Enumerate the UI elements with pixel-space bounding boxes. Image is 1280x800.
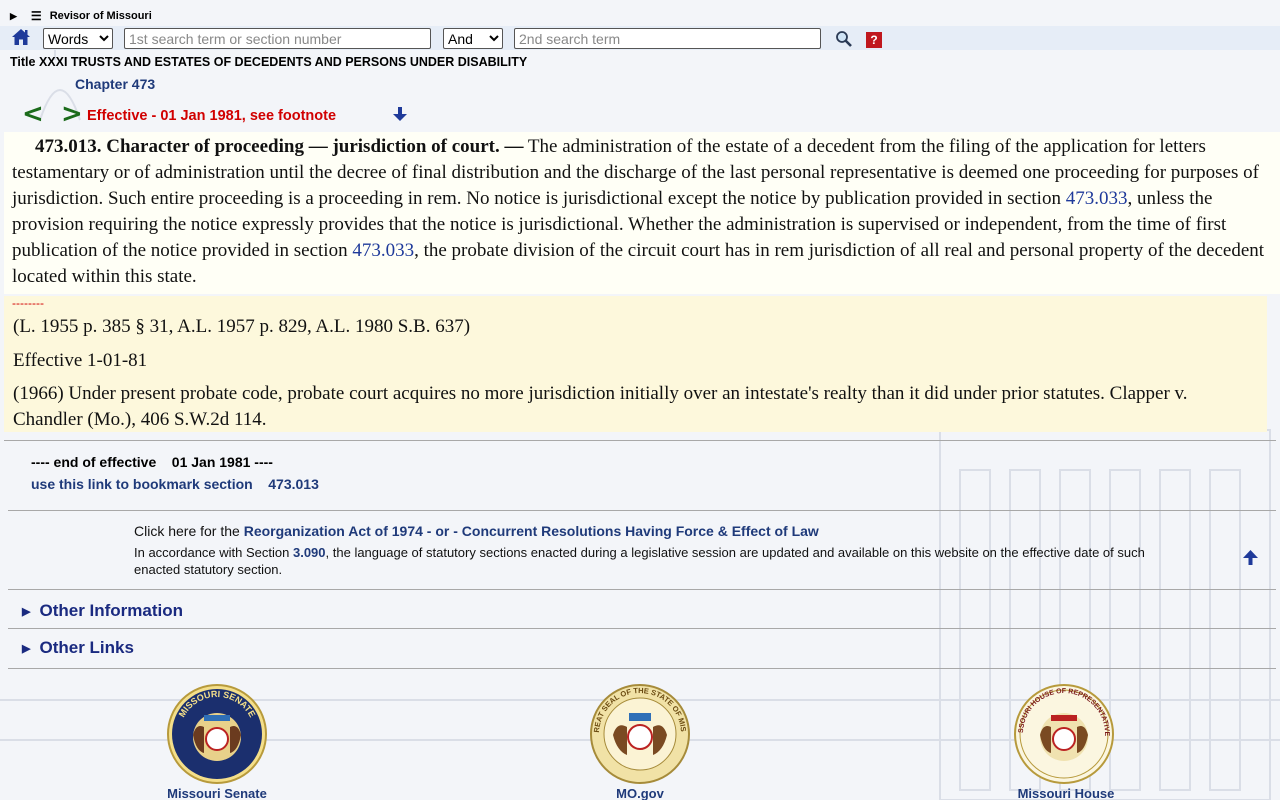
- search-icon[interactable]: [835, 30, 853, 48]
- expand-triangle-icon: ▶: [22, 605, 31, 618]
- mo-gov-link[interactable]: MO.gov: [560, 786, 720, 800]
- search-bar: Words And ?: [0, 26, 1280, 50]
- home-icon[interactable]: [11, 27, 31, 47]
- search-mode-select[interactable]: Words: [43, 28, 113, 49]
- other-links-toggle[interactable]: ▶ Other Links: [22, 638, 134, 658]
- section-heading: 473.013. Character of proceeding — juris…: [35, 136, 524, 157]
- effective-note: Effective 1-01-81: [13, 350, 148, 371]
- accordance-notice: In accordance with Section 3.090, the la…: [134, 544, 1164, 578]
- reorganization-notice: Click here for the Reorganization Act of…: [134, 523, 819, 539]
- divider: [8, 589, 1276, 590]
- arrow-down-icon[interactable]: [392, 106, 408, 122]
- chapter-link[interactable]: Chapter 473: [75, 76, 155, 92]
- missouri-senate-link[interactable]: Missouri Senate: [137, 786, 297, 800]
- divider: [8, 668, 1276, 669]
- accord-prefix: In accordance with Section: [134, 545, 293, 560]
- section-3-090-link[interactable]: 3.090: [293, 545, 326, 560]
- next-section-button[interactable]: >: [61, 100, 83, 128]
- notes-panel: -------- (L. 1955 p. 385 § 31, A.L. 1957…: [4, 296, 1267, 432]
- statute-text-panel: 473.013. Character of proceeding — juris…: [4, 132, 1280, 294]
- reorganization-act-link[interactable]: Reorganization Act of 1974 - or - Concur…: [244, 523, 819, 539]
- other-information-label: Other Information: [39, 601, 184, 620]
- second-search-term-input[interactable]: [514, 28, 821, 49]
- expand-triangle-icon: ▶: [22, 642, 31, 655]
- divider: [8, 628, 1276, 629]
- missouri-house-seal[interactable]: MISSOURI HOUSE OF REPRESENTATIVES: [1013, 683, 1115, 785]
- other-links-label: Other Links: [39, 638, 134, 657]
- missouri-senate-seal[interactable]: MISSOURI SENATE: [166, 683, 268, 785]
- case-note: (1966) Under present probate code, proba…: [13, 383, 1188, 430]
- search-operator-select[interactable]: And: [443, 28, 503, 49]
- divider: [4, 440, 1276, 441]
- reorg-prefix: Click here for the: [134, 523, 244, 539]
- top-strip: ▶ ☰ Revisor of Missouri: [0, 8, 1280, 24]
- statute-paragraph: 473.013. Character of proceeding — juris…: [12, 134, 1270, 290]
- other-information-toggle[interactable]: ▶ Other Information: [22, 601, 183, 621]
- missouri-house-link[interactable]: Missouri House: [986, 786, 1146, 800]
- previous-section-button[interactable]: <: [22, 100, 44, 128]
- notes-divider: --------: [12, 296, 44, 310]
- first-search-term-input[interactable]: [124, 28, 431, 49]
- history-citation: (L. 1955 p. 385 § 31, A.L. 1957 p. 829, …: [13, 316, 471, 337]
- help-icon[interactable]: ?: [866, 32, 882, 48]
- bookmark-link[interactable]: use this link to bookmark section 473.01…: [31, 476, 319, 492]
- missouri-state-seal[interactable]: THE GREAT SEAL OF THE STATE OF MISSOURI: [589, 683, 691, 785]
- effective-date-link[interactable]: Effective - 01 Jan 1981, see footnote: [87, 108, 336, 124]
- section-link-473-033[interactable]: 473.033: [352, 240, 414, 261]
- expand-triangle-icon[interactable]: ▶: [10, 11, 17, 22]
- site-name[interactable]: Revisor of Missouri: [50, 10, 152, 22]
- hamburger-menu-icon[interactable]: ☰: [31, 9, 42, 23]
- title-heading: Title XXXI TRUSTS AND ESTATES OF DECEDEN…: [10, 55, 528, 69]
- end-of-effective: ---- end of effective 01 Jan 1981 ----: [31, 454, 273, 470]
- divider: [8, 510, 1276, 511]
- arrow-up-icon[interactable]: [1242, 549, 1259, 566]
- section-link-473-033[interactable]: 473.033: [1066, 188, 1128, 209]
